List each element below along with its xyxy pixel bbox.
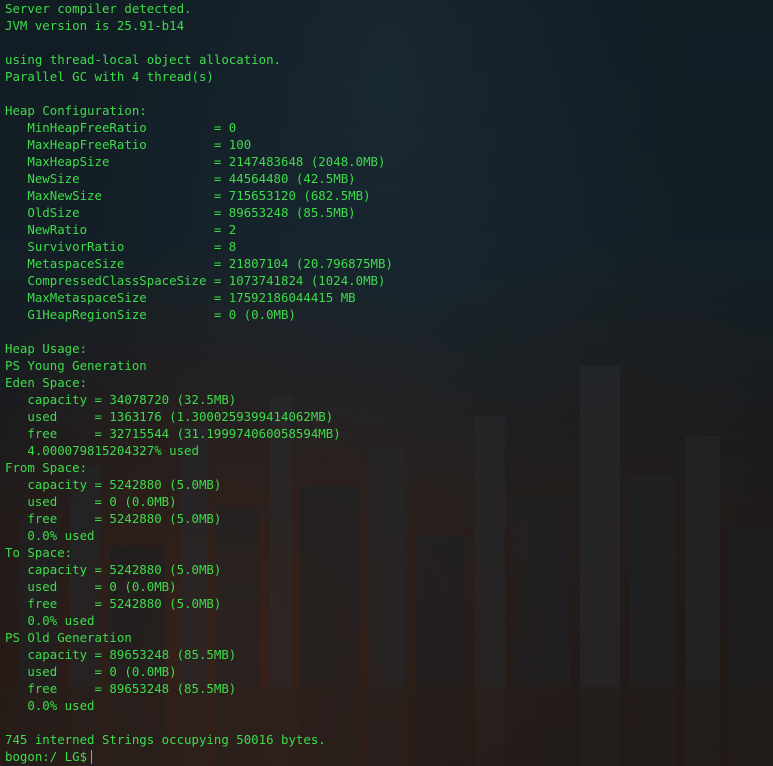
- command-prompt-line[interactable]: bogon:/ LG$: [5, 748, 773, 765]
- terminal-line: MaxNewSize = 715653120 (682.5MB): [5, 188, 371, 203]
- terminal-line: capacity = 5242880 (5.0MB): [5, 562, 222, 577]
- terminal-line: MinHeapFreeRatio = 0: [5, 120, 237, 135]
- terminal-line: G1HeapRegionSize = 0 (0.0MB): [5, 307, 296, 322]
- terminal-line: free = 32715544 (31.199974060058594MB): [5, 426, 341, 441]
- terminal-line: 0.0% used: [5, 528, 95, 543]
- terminal-line: Server compiler detected.: [5, 1, 192, 16]
- terminal-line: JVM version is 25.91-b14: [5, 18, 185, 33]
- terminal-line: used = 1363176 (1.3000259399414062MB): [5, 409, 334, 424]
- terminal-line: From Space:: [5, 460, 88, 475]
- terminal-line: MaxHeapFreeRatio = 100: [5, 137, 252, 152]
- terminal-line: MetaspaceSize = 21807104 (20.796875MB): [5, 256, 393, 271]
- text-cursor: [91, 749, 93, 764]
- terminal-line: capacity = 34078720 (32.5MB): [5, 392, 237, 407]
- terminal-line: Heap Usage:: [5, 341, 88, 356]
- shell-prompt: bogon:/ LG$: [5, 749, 88, 764]
- terminal-line: free = 5242880 (5.0MB): [5, 596, 222, 611]
- terminal-line: 0.0% used: [5, 613, 95, 628]
- terminal-line: SurvivorRatio = 8: [5, 239, 237, 254]
- terminal-line: Eden Space:: [5, 375, 88, 390]
- terminal-line: 0.0% used: [5, 698, 95, 713]
- terminal-line: free = 89653248 (85.5MB): [5, 681, 237, 696]
- terminal-line: 745 interned Strings occupying 50016 byt…: [5, 732, 326, 747]
- terminal-line: Parallel GC with 4 thread(s): [5, 69, 214, 84]
- terminal-line: used = 0 (0.0MB): [5, 494, 177, 509]
- terminal-line: using thread-local object allocation.: [5, 52, 282, 67]
- terminal-line: 4.000079815204327% used: [5, 443, 199, 458]
- terminal-line: used = 0 (0.0MB): [5, 664, 177, 679]
- terminal-line: capacity = 89653248 (85.5MB): [5, 647, 237, 662]
- terminal-line: Heap Configuration:: [5, 103, 147, 118]
- terminal-line: PS Young Generation: [5, 358, 147, 373]
- terminal-line: PS Old Generation: [5, 630, 132, 645]
- terminal-line: CompressedClassSpaceSize = 1073741824 (1…: [5, 273, 386, 288]
- terminal-line: To Space:: [5, 545, 73, 560]
- terminal-line: free = 5242880 (5.0MB): [5, 511, 222, 526]
- terminal-line: NewRatio = 2: [5, 222, 237, 237]
- terminal-line: used = 0 (0.0MB): [5, 579, 177, 594]
- terminal-line: OldSize = 89653248 (85.5MB): [5, 205, 356, 220]
- terminal-line: MaxHeapSize = 2147483648 (2048.0MB): [5, 154, 386, 169]
- terminal-output[interactable]: Server compiler detected. JVM version is…: [5, 0, 773, 766]
- terminal-line: MaxMetaspaceSize = 17592186044415 MB: [5, 290, 356, 305]
- terminal-line: NewSize = 44564480 (42.5MB): [5, 171, 356, 186]
- terminal-line: capacity = 5242880 (5.0MB): [5, 477, 222, 492]
